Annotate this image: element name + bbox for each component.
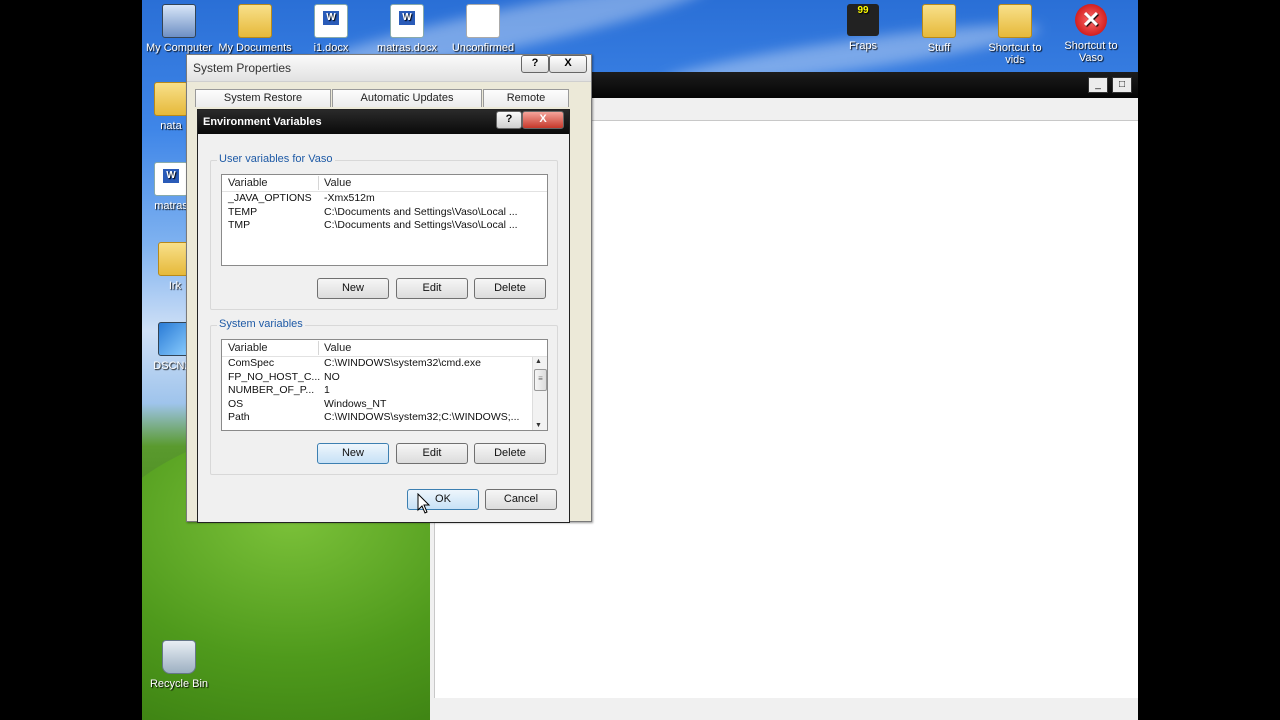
variable-name: FP_NO_HOST_C... [228, 370, 321, 383]
tab-system-restore[interactable]: System Restore [195, 89, 331, 107]
list-item[interactable]: TEMP C:\Documents and Settings\Vaso\Local… [222, 206, 547, 220]
column-header-variable[interactable]: Variable [228, 342, 268, 354]
mouse-pointer-icon [417, 493, 431, 514]
file-icon [466, 4, 500, 38]
desktop-icon-label: Shortcut to Vaso [1064, 40, 1118, 64]
system-variables-label: System variables [217, 318, 305, 330]
list-header: Variable Value [222, 340, 547, 357]
variable-name: ComSpec [228, 357, 275, 369]
desktop-icon-i1-docx[interactable]: W i1.docx [294, 4, 368, 54]
cancel-button[interactable]: Cancel [485, 489, 557, 510]
desktop-icon-label: Recycle Bin [149, 678, 209, 690]
desktop-icon-fraps[interactable]: 99 Fraps [826, 4, 900, 52]
desktop-icon-label: My Documents [218, 42, 292, 54]
system-delete-button[interactable]: Delete [474, 443, 546, 464]
variable-name: TEMP [228, 205, 258, 218]
help-button[interactable]: ? [521, 55, 549, 73]
variable-value: C:\Documents and Settings\Vaso\Local ... [324, 205, 518, 218]
desktop-icon-my-documents[interactable]: My Documents [218, 4, 292, 54]
system-variables-group: System variables Variable Value ComSpec C… [210, 318, 558, 475]
column-header-variable[interactable]: Variable [228, 177, 268, 189]
list-item[interactable]: _JAVA_OPTIONS -Xmx512m [222, 192, 547, 206]
word-doc-icon: W [154, 162, 188, 196]
variable-name: OS [228, 397, 244, 410]
variable-value: 1 [324, 384, 330, 396]
list-header: Variable Value [222, 175, 547, 192]
scroll-thumb[interactable]: ≡ [534, 369, 547, 391]
desktop-icon-shortcut-vids[interactable]: Shortcut to vids [978, 4, 1052, 66]
variable-value: -Xmx512m [324, 192, 375, 204]
vertical-scrollbar[interactable]: ▲ ≡ ▼ [532, 357, 547, 430]
desktop-icon-unconfirmed[interactable]: Unconfirmed [446, 4, 520, 54]
list-item[interactable]: Path C:\WINDOWS\system32;C:\WINDOWS;... [222, 411, 547, 425]
scroll-down-icon[interactable]: ▼ [535, 422, 542, 429]
desktop-icon-label: Unconfirmed [451, 42, 515, 54]
folder-icon [238, 4, 272, 38]
user-variables-label: User variables for Vaso [217, 153, 335, 165]
folder-icon [998, 4, 1032, 38]
variable-name: NUMBER_OF_P... [228, 384, 315, 396]
environment-variables-dialog: Environment Variables ? X User variables… [197, 109, 570, 523]
column-header-value[interactable]: Value [324, 342, 351, 354]
folder-icon [154, 82, 188, 116]
desktop-icon-label: i1.docx [313, 42, 349, 54]
tab-automatic-updates[interactable]: Automatic Updates [332, 89, 482, 107]
user-new-button[interactable]: New [317, 278, 389, 299]
list-item[interactable]: TMP C:\Documents and Settings\Vaso\Local … [222, 219, 547, 233]
user-delete-button[interactable]: Delete [474, 278, 546, 299]
variable-name: TMP [228, 219, 251, 231]
desktop-icon-label: Stuff [927, 42, 951, 54]
help-button[interactable]: ? [496, 111, 522, 129]
desktop-icon-recycle-bin[interactable]: Recycle Bin [142, 640, 216, 690]
desktop-icon-label: My Computer [145, 42, 213, 54]
user-variables-list[interactable]: Variable Value _JAVA_OPTIONS -Xmx512m TEM… [221, 174, 548, 266]
variable-value: C:\Documents and Settings\Vaso\Local ... [324, 219, 518, 231]
tab-remote[interactable]: Remote [483, 89, 569, 107]
word-doc-icon: W [314, 4, 348, 38]
desktop-icon-label: Shortcut to vids [988, 42, 1042, 66]
variable-name: Path [228, 411, 250, 423]
word-doc-icon: W [390, 4, 424, 38]
system-edit-button[interactable]: Edit [396, 443, 468, 464]
recycle-bin-icon [162, 640, 196, 674]
fraps-icon: 99 [847, 4, 879, 36]
column-header-value[interactable]: Value [324, 177, 351, 189]
folder-icon [922, 4, 956, 38]
list-item[interactable]: FP_NO_HOST_C... NO [222, 371, 547, 385]
system-variables-list[interactable]: Variable Value ComSpec C:\WINDOWS\system3… [221, 339, 548, 431]
variable-value: Windows_NT [324, 397, 387, 410]
desktop-icon-shortcut-vaso[interactable]: ✕ Shortcut to Vaso [1054, 4, 1128, 64]
user-variables-group: User variables for Vaso Variable Value _… [210, 153, 558, 310]
desktop-icon-my-computer[interactable]: My Computer [142, 4, 216, 54]
list-item[interactable]: NUMBER_OF_P... 1 [222, 384, 547, 398]
fraps-badge: 99 [857, 5, 869, 16]
minimize-button[interactable]: _ [1088, 77, 1108, 93]
desktop-icon-label: Fraps [848, 40, 878, 52]
user-edit-button[interactable]: Edit [396, 278, 468, 299]
close-button[interactable]: X [522, 111, 564, 129]
desktop-icon-label: matras.docx [377, 42, 437, 54]
variable-value: C:\WINDOWS\system32\cmd.exe [324, 357, 481, 369]
maximize-button[interactable]: □ [1112, 77, 1132, 93]
variable-name: _JAVA_OPTIONS [228, 192, 312, 204]
desktop-icon-matras-docx[interactable]: W matras.docx [370, 4, 444, 54]
error-icon: ✕ [1075, 4, 1107, 36]
list-item[interactable]: ComSpec C:\WINDOWS\system32\cmd.exe [222, 357, 547, 371]
close-button[interactable]: X [549, 55, 587, 73]
variable-value: NO [324, 370, 340, 383]
variable-value: C:\WINDOWS\system32;C:\WINDOWS;... [324, 411, 520, 423]
desktop-icon-stuff[interactable]: Stuff [902, 4, 976, 54]
list-item[interactable]: OS Windows_NT [222, 398, 547, 412]
computer-icon [162, 4, 196, 38]
system-new-button[interactable]: New [317, 443, 389, 464]
scroll-up-icon[interactable]: ▲ [535, 358, 542, 365]
